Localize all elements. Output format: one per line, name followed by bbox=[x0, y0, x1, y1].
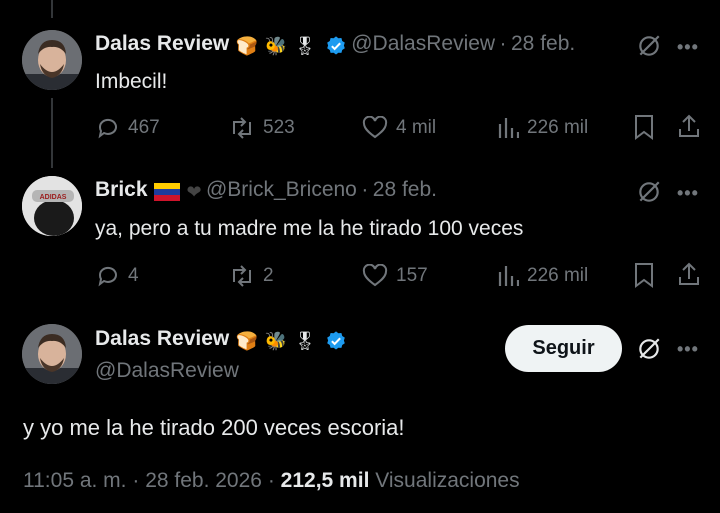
handle[interactable]: @DalasReview bbox=[95, 359, 239, 383]
views-icon bbox=[498, 118, 519, 138]
more-icon[interactable]: ••• bbox=[677, 37, 699, 58]
tweet-time[interactable]: 11:05 a. m. bbox=[23, 469, 127, 492]
reply-count: 4 bbox=[128, 265, 139, 286]
reply-button[interactable]: 4 bbox=[96, 264, 139, 288]
reply-count: 467 bbox=[128, 117, 160, 138]
tweet-meta: 11:05 a. m. · 28 feb. 2026 · 212,5 mil V… bbox=[23, 469, 520, 493]
tweet-date[interactable]: 28 feb. 2026 bbox=[145, 469, 262, 492]
display-name[interactable]: Dalas Review bbox=[95, 32, 229, 55]
like-count: 4 mil bbox=[396, 117, 437, 138]
venezuela-flag-emoji bbox=[153, 182, 180, 201]
share-icon[interactable] bbox=[677, 261, 701, 287]
repost-icon bbox=[233, 117, 251, 139]
repost-button[interactable]: 2 bbox=[229, 264, 274, 288]
grok-icon[interactable] bbox=[636, 33, 662, 59]
reply-icon bbox=[98, 266, 117, 287]
like-icon bbox=[362, 264, 388, 287]
display-name[interactable]: Dalas Review bbox=[95, 327, 229, 350]
like-icon bbox=[362, 116, 388, 139]
grok-icon[interactable] bbox=[636, 336, 662, 362]
handle[interactable]: @Brick_Briceno bbox=[206, 178, 357, 201]
bee-emoji: 🐝 bbox=[264, 330, 287, 351]
tweet-text: Imbecil! bbox=[95, 70, 168, 93]
thread-line-top bbox=[51, 0, 53, 18]
repost-button[interactable]: 523 bbox=[229, 116, 295, 140]
views-count: 226 mil bbox=[527, 265, 589, 286]
repost-count: 2 bbox=[263, 265, 274, 286]
verified-icon bbox=[326, 36, 345, 55]
bookmark-icon[interactable] bbox=[633, 262, 655, 288]
avatar[interactable]: ADIDAS bbox=[22, 176, 82, 236]
tweet-date[interactable]: 28 feb. bbox=[511, 32, 575, 55]
tweet-text: y yo me la he tirado 200 veces escoria! bbox=[23, 415, 405, 440]
bread-emoji: 🍞 bbox=[235, 35, 259, 56]
separator: · bbox=[267, 469, 275, 492]
avatar[interactable] bbox=[22, 324, 82, 384]
separator: · bbox=[132, 469, 140, 492]
repost-count: 523 bbox=[263, 117, 295, 138]
bread-emoji: 🍞 bbox=[235, 330, 259, 351]
bookmark-icon[interactable] bbox=[633, 114, 655, 140]
views-label: Visualizaciones bbox=[375, 469, 520, 492]
like-count: 157 bbox=[396, 265, 428, 286]
black-heart-emoji: ❤ bbox=[186, 181, 202, 202]
more-icon[interactable]: ••• bbox=[677, 339, 699, 360]
repost-icon bbox=[233, 265, 251, 287]
views-button[interactable]: 226 mil bbox=[497, 116, 588, 140]
verified-icon bbox=[326, 331, 345, 350]
handle[interactable]: @DalasReview bbox=[351, 32, 495, 55]
follow-button[interactable]: Seguir bbox=[505, 325, 622, 372]
tweet-header: Dalas Review 🍞 🐝 🎖 bbox=[95, 327, 347, 352]
thread-line-middle bbox=[51, 98, 53, 168]
reply-button[interactable]: 467 bbox=[96, 116, 160, 140]
separator: · bbox=[499, 32, 507, 55]
medal-emoji: 🎖 bbox=[293, 330, 317, 351]
reply-icon bbox=[98, 118, 117, 139]
views-icon bbox=[498, 266, 519, 286]
medal-emoji: 🎖 bbox=[293, 35, 317, 56]
tweet-text: ya, pero a tu madre me la he tirado 100 … bbox=[95, 217, 524, 240]
separator: · bbox=[361, 178, 369, 201]
tweet-header: Brick ❤ @Brick_Briceno · 28 feb. bbox=[95, 178, 437, 202]
like-button[interactable]: 157 bbox=[362, 264, 428, 288]
tweet-header: Dalas Review 🍞 🐝 🎖 @DalasReview · 28 feb… bbox=[95, 32, 575, 57]
grok-icon[interactable] bbox=[636, 179, 662, 205]
tweet-date[interactable]: 28 feb. bbox=[373, 178, 437, 201]
views-button[interactable]: 226 mil bbox=[497, 264, 588, 288]
views-count: 226 mil bbox=[527, 117, 589, 138]
more-icon[interactable]: ••• bbox=[677, 183, 699, 204]
avatar[interactable] bbox=[22, 30, 82, 90]
like-button[interactable]: 4 mil bbox=[362, 116, 436, 140]
share-icon[interactable] bbox=[677, 113, 701, 139]
display-name[interactable]: Brick bbox=[95, 178, 148, 201]
views-count[interactable]: 212,5 mil bbox=[281, 469, 370, 492]
bee-emoji: 🐝 bbox=[264, 35, 287, 56]
avatar-label: ADIDAS bbox=[40, 194, 67, 201]
